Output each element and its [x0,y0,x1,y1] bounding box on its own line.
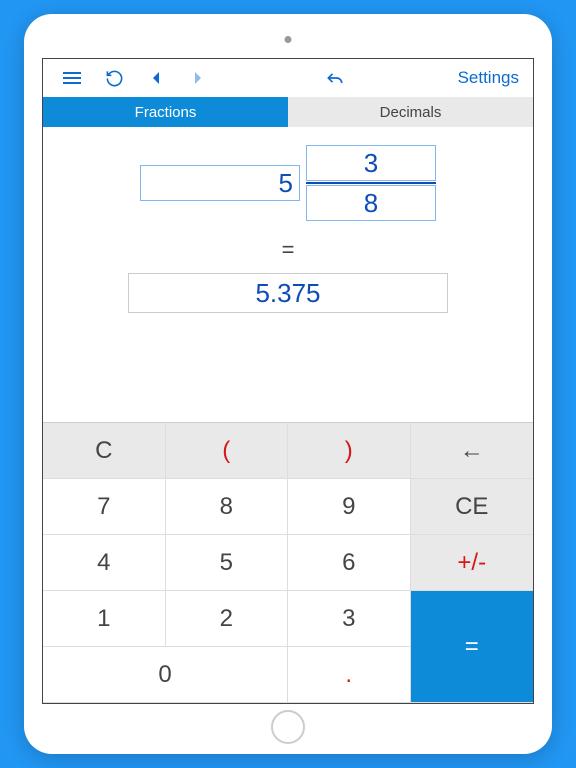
key-9[interactable]: 9 [288,479,411,535]
whole-input[interactable]: 5 [140,165,300,201]
key-2[interactable]: 2 [166,591,289,647]
key-plusminus[interactable]: +/- [411,535,534,591]
denominator-input[interactable]: 8 [306,185,436,221]
next-button[interactable] [179,59,217,97]
tablet-home-button[interactable] [271,710,305,744]
key-equals[interactable]: = [411,591,534,703]
key-8[interactable]: 8 [166,479,289,535]
tablet-camera [285,36,292,43]
keypad: C ( ) ← 7 8 9 CE 4 5 6 +/- 1 2 3 = 0 . [43,422,533,703]
key-1[interactable]: 1 [43,591,166,647]
key-lparen[interactable]: ( [166,423,289,479]
display-area: 5 3 8 = 5.375 [43,127,533,422]
key-dot[interactable]: . [288,647,411,703]
chevron-right-icon [192,71,204,85]
mode-tabs: Fractions Decimals [43,97,533,127]
undo-button[interactable] [316,59,354,97]
equals-sign: = [282,237,295,263]
key-rparen[interactable]: ) [288,423,411,479]
prev-button[interactable] [137,59,175,97]
hamburger-icon [63,72,81,84]
toolbar: Settings [43,59,533,97]
key-4[interactable]: 4 [43,535,166,591]
backspace-icon: ← [460,437,484,465]
numerator-input[interactable]: 3 [306,145,436,181]
key-3[interactable]: 3 [288,591,411,647]
undo-icon [325,70,345,86]
fraction: 3 8 [306,145,436,221]
key-7[interactable]: 7 [43,479,166,535]
refresh-icon [105,69,124,88]
key-5[interactable]: 5 [166,535,289,591]
refresh-button[interactable] [95,59,133,97]
tab-fractions[interactable]: Fractions [43,97,288,127]
key-backspace[interactable]: ← [411,423,534,479]
tablet-frame: Settings Fractions Decimals 5 3 8 = 5.37… [24,14,552,754]
key-ce[interactable]: CE [411,479,534,535]
tab-decimals[interactable]: Decimals [288,97,533,127]
key-clear[interactable]: C [43,423,166,479]
settings-link[interactable]: Settings [454,68,523,88]
key-0[interactable]: 0 [43,647,288,703]
fraction-bar [306,182,436,184]
chevron-left-icon [150,71,162,85]
app-screen: Settings Fractions Decimals 5 3 8 = 5.37… [42,58,534,704]
key-6[interactable]: 6 [288,535,411,591]
menu-button[interactable] [53,59,91,97]
mixed-number: 5 3 8 [140,145,436,221]
result-output: 5.375 [128,273,448,313]
